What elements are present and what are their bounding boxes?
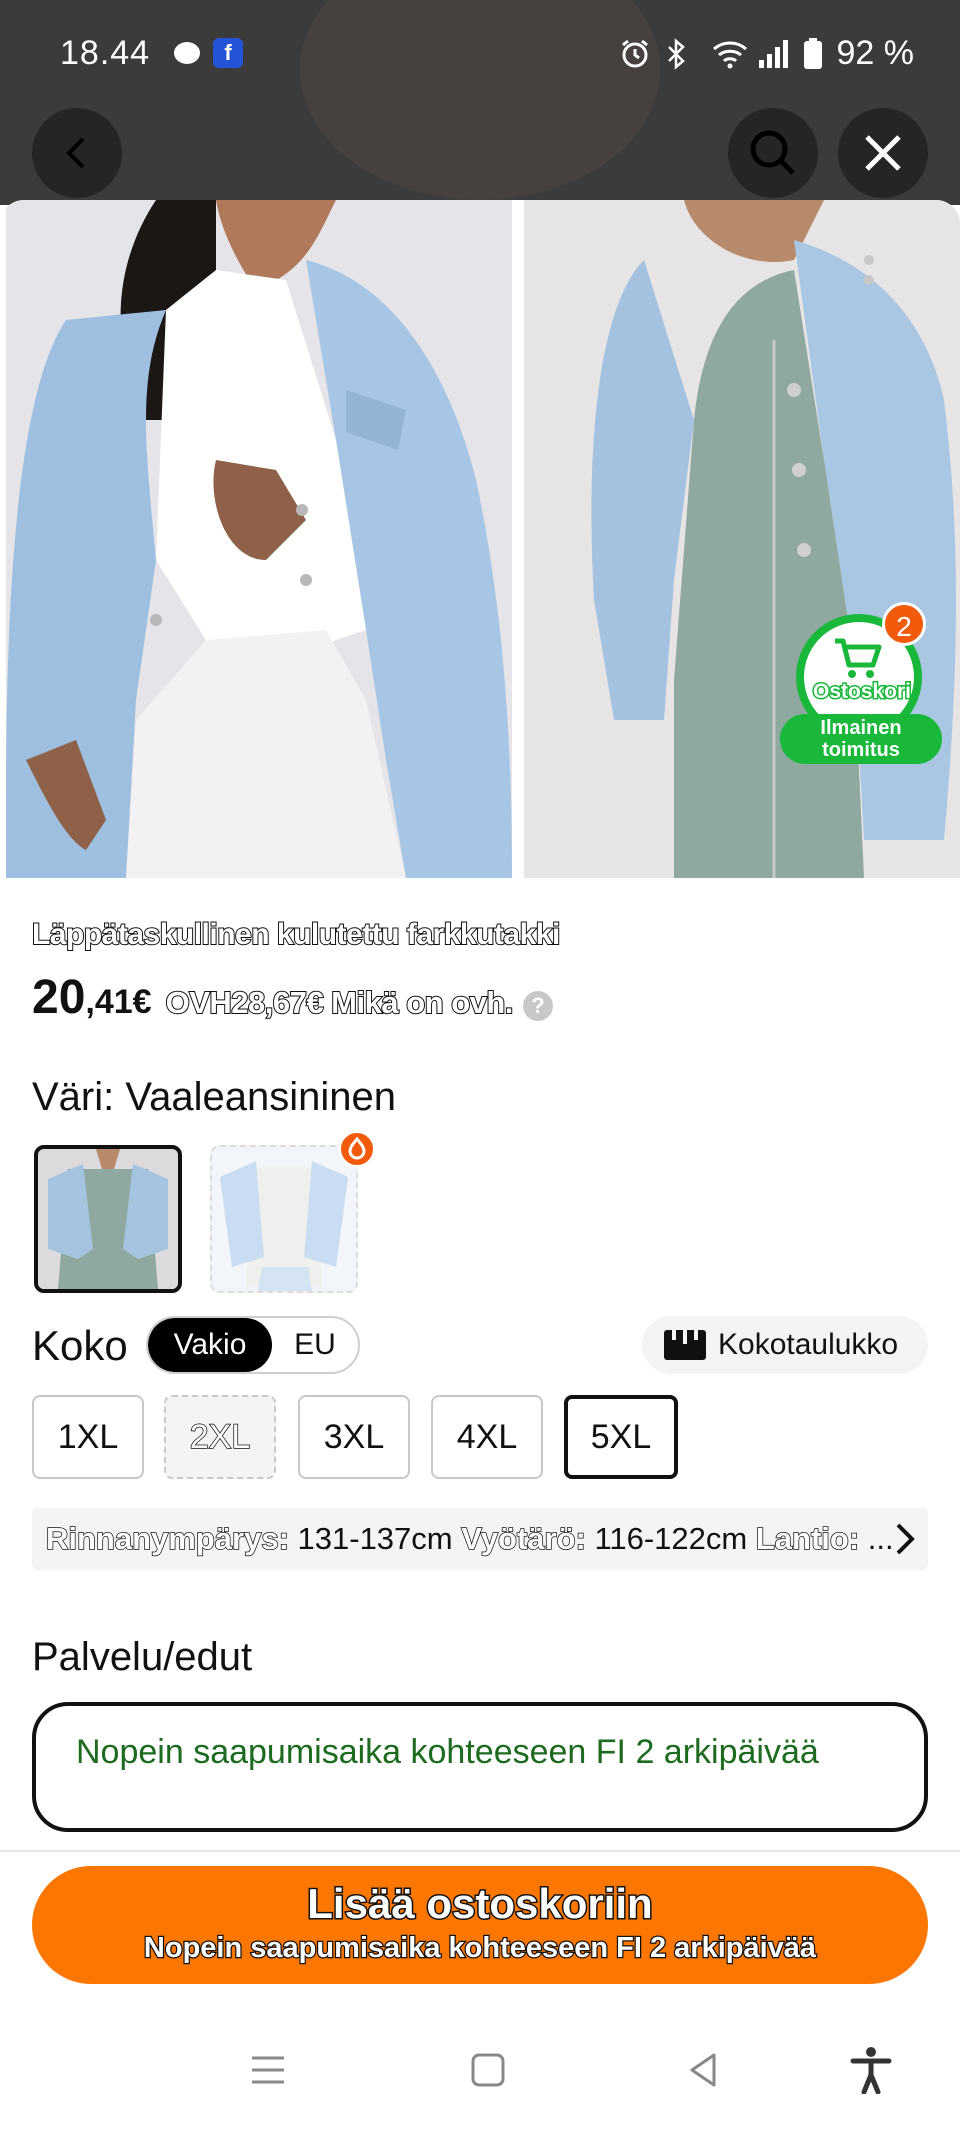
size-option-4xl[interactable]: 4XL bbox=[431, 1395, 543, 1479]
status-icons: 92 % bbox=[619, 34, 915, 73]
price-cents: ,41€ bbox=[85, 983, 152, 1021]
product-gallery[interactable]: 2 Ostoskori Ilmainen toimitus bbox=[0, 200, 960, 878]
recent-apps-icon[interactable] bbox=[248, 2050, 288, 2090]
free-shipping-line2: toimitus bbox=[822, 739, 900, 761]
bluetooth-icon bbox=[665, 37, 697, 70]
original-price: OVH28,67€ Mikä on ovh. bbox=[165, 984, 515, 1021]
measure-waist-label: Vyötärö: bbox=[460, 1520, 586, 1557]
battery-icon bbox=[803, 37, 823, 70]
signal-icon bbox=[757, 38, 789, 70]
product-image-2[interactable] bbox=[524, 200, 960, 878]
search-icon bbox=[750, 130, 795, 175]
chat-bubble-icon bbox=[174, 42, 200, 64]
system-navigation-bar bbox=[0, 2020, 960, 2133]
swatch-thumbnail bbox=[212, 1147, 356, 1291]
alarm-icon bbox=[619, 38, 651, 70]
size-measurements-row[interactable]: Rinnanympärys: 131-137cm Vyötärö: 116-12… bbox=[32, 1508, 928, 1570]
hot-flame-badge bbox=[338, 1130, 376, 1168]
color-swatch-selected[interactable] bbox=[34, 1145, 182, 1293]
close-button[interactable] bbox=[838, 108, 928, 198]
size-system-toggle[interactable]: Vakio EU bbox=[146, 1316, 360, 1374]
accessibility-icon[interactable] bbox=[850, 2046, 892, 2094]
size-system-eu[interactable]: EU bbox=[272, 1318, 358, 1372]
status-time: 18.44 bbox=[60, 34, 151, 72]
model-photo-illustration bbox=[524, 200, 960, 878]
free-shipping-pill: Ilmainen toimitus bbox=[780, 714, 942, 764]
color-swatch-alt[interactable] bbox=[210, 1145, 358, 1293]
free-shipping-line1: Ilmainen bbox=[820, 717, 902, 739]
add-to-cart-label: Lisää ostoskoriin bbox=[306, 1879, 654, 1929]
measure-chest-label: Rinnanympärys: bbox=[45, 1520, 289, 1557]
battery-percent: 92 % bbox=[836, 34, 915, 72]
help-icon[interactable]: ? bbox=[522, 991, 553, 1021]
price-whole: 20 bbox=[32, 971, 86, 1024]
search-button[interactable] bbox=[728, 108, 818, 198]
size-option-3xl[interactable]: 3XL bbox=[298, 1395, 410, 1479]
flame-icon bbox=[348, 1136, 366, 1160]
price-row: 20 ,41€ OVH28,67€ Mikä on ovh. ? bbox=[32, 970, 553, 1025]
measure-chest-value: 131-137cm bbox=[288, 1521, 462, 1556]
divider bbox=[0, 1850, 960, 1852]
size-option-5xl-selected[interactable]: 5XL bbox=[564, 1395, 678, 1479]
add-to-cart-button[interactable]: Lisää ostoskoriin Nopein saapumisaika ko… bbox=[32, 1866, 928, 1984]
cart-label: Ostoskori bbox=[811, 679, 912, 705]
close-icon bbox=[865, 135, 901, 171]
service-delivery-box[interactable]: Nopein saapumisaika kohteeseen FI 2 arki… bbox=[32, 1702, 928, 1832]
model-photo-illustration bbox=[6, 200, 512, 878]
size-option-1xl[interactable]: 1XL bbox=[32, 1395, 144, 1479]
measure-waist-value: 116-122cm bbox=[585, 1521, 756, 1556]
add-to-cart-sublabel: Nopein saapumisaika kohteeseen FI 2 arki… bbox=[143, 1931, 818, 1966]
product-title: Läppätaskullinen kulutettu farkkutakki bbox=[31, 917, 561, 952]
measure-hip-label: Lantio: bbox=[755, 1520, 860, 1557]
size-option-2xl-unavailable[interactable]: 2XL bbox=[164, 1395, 276, 1479]
service-title: Palvelu/edut bbox=[32, 1635, 253, 1679]
size-chart-label: Kokotaulukko bbox=[718, 1328, 899, 1361]
back-button[interactable] bbox=[32, 108, 122, 198]
back-arrow-icon bbox=[66, 137, 85, 169]
size-label: Koko bbox=[32, 1322, 128, 1369]
top-header: 18.44 f 92 % bbox=[0, 0, 960, 205]
size-system-standard[interactable]: Vakio bbox=[148, 1318, 272, 1372]
app-notification-icon: f bbox=[213, 38, 243, 68]
color-label: Väri: Vaaleansininen bbox=[32, 1075, 396, 1119]
measure-hip-value: ... bbox=[859, 1521, 894, 1556]
size-chart-button[interactable]: Kokotaulukko bbox=[642, 1316, 928, 1374]
shopping-cart-icon bbox=[835, 638, 882, 678]
home-icon[interactable] bbox=[468, 2050, 508, 2090]
ruler-icon bbox=[664, 1330, 706, 1360]
cart-count-badge: 2 bbox=[882, 602, 926, 646]
product-image-1[interactable] bbox=[6, 200, 512, 878]
wifi-icon bbox=[711, 38, 747, 70]
service-delivery-text: Nopein saapumisaika kohteeseen FI 2 arki… bbox=[76, 1733, 819, 1771]
chevron-right-icon bbox=[896, 1523, 915, 1555]
floating-cart-button[interactable]: 2 Ostoskori Ilmainen toimitus bbox=[780, 602, 942, 772]
status-bar: 18.44 f 92 % bbox=[0, 0, 960, 110]
swatch-thumbnail bbox=[38, 1149, 178, 1289]
back-nav-icon[interactable] bbox=[684, 2050, 724, 2090]
